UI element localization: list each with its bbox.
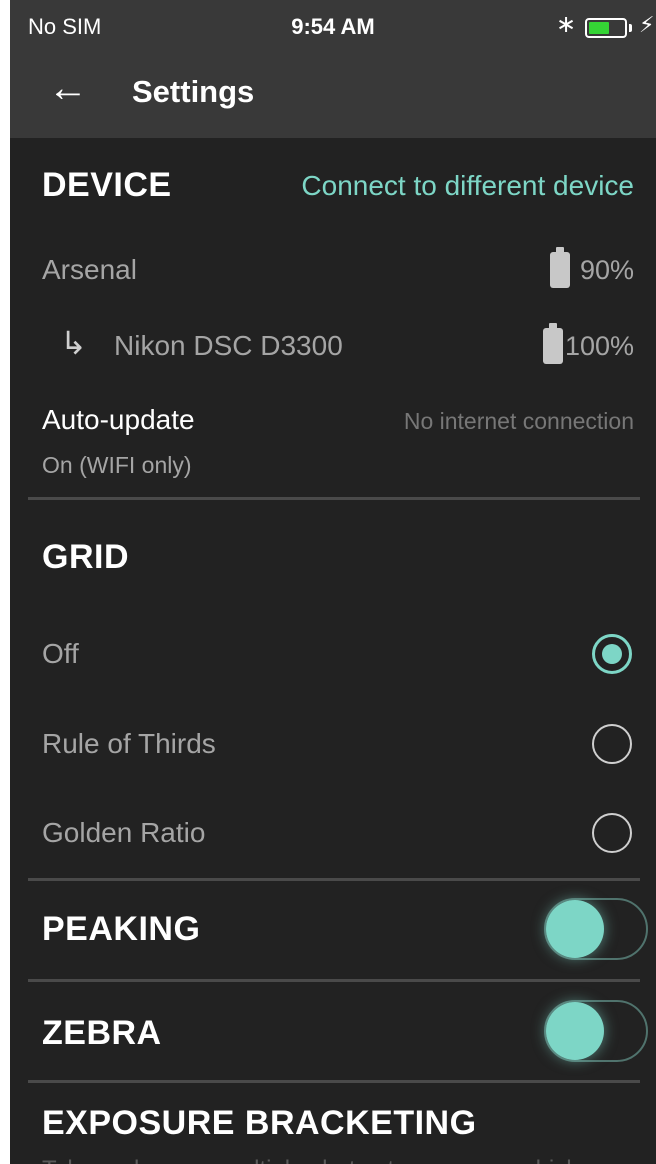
peaking-toggle[interactable]: [544, 898, 648, 960]
toggle-knob: [546, 900, 604, 958]
grid-section-title: GRID: [42, 538, 129, 576]
grid-option-golden-radio[interactable]: [592, 813, 632, 853]
status-bar: No SIM 9:54 AM ∗ ⚡: [10, 0, 656, 50]
connect-device-link[interactable]: Connect to different device: [301, 170, 634, 202]
auto-update-status: No internet connection: [403, 408, 634, 434]
bluetooth-icon: ∗: [556, 11, 577, 38]
grid-option-thirds-radio[interactable]: [592, 724, 632, 764]
divider: [28, 878, 640, 881]
device-battery: 90%: [549, 247, 634, 288]
zebra-toggle[interactable]: [544, 1000, 648, 1062]
radio-selected-dot: [602, 644, 622, 664]
peaking-title: PEAKING: [42, 910, 201, 948]
bolt-icon: ⚡: [639, 12, 655, 37]
device-battery-value: 90%: [579, 254, 634, 285]
device-battery-icon: [549, 247, 570, 288]
app-bar: ← Settings: [10, 50, 656, 138]
arrow-left-icon[interactable]: ←: [48, 64, 88, 112]
exposure-bracketing-title: EXPOSURE BRACKETING: [42, 1104, 477, 1142]
device-name: Arsenal: [42, 254, 137, 285]
camera-battery-value: 100%: [564, 330, 634, 361]
divider: [28, 497, 640, 500]
camera-battery-icon: [542, 323, 563, 364]
grid-option-thirds-label: Rule of Thirds: [42, 728, 216, 759]
auto-update-value: On (WIFI only): [42, 452, 192, 478]
zebra-title: ZEBRA: [42, 1014, 162, 1052]
exposure-bracketing-description: Take and merge multiple shots at exposur…: [42, 1156, 656, 1164]
sub-arrow-icon: ↳: [60, 325, 87, 361]
grid-option-golden-label: Golden Ratio: [42, 817, 206, 848]
grid-option-off-radio[interactable]: [592, 634, 632, 674]
grid-option-off-label: Off: [42, 638, 79, 669]
device-section-title: DEVICE: [42, 166, 172, 204]
settings-screen: No SIM 9:54 AM ∗ ⚡ ← Settings DEVICE Con…: [10, 0, 656, 1164]
camera-battery: 100%: [542, 323, 634, 364]
page-title: Settings: [132, 74, 255, 109]
battery-icon: [585, 18, 627, 38]
battery-tip: [629, 24, 632, 32]
auto-update-label[interactable]: Auto-update: [42, 404, 195, 436]
divider: [28, 979, 640, 982]
camera-name: Nikon DSC D3300: [114, 330, 343, 361]
toggle-knob: [546, 1002, 604, 1060]
divider: [28, 1080, 640, 1083]
